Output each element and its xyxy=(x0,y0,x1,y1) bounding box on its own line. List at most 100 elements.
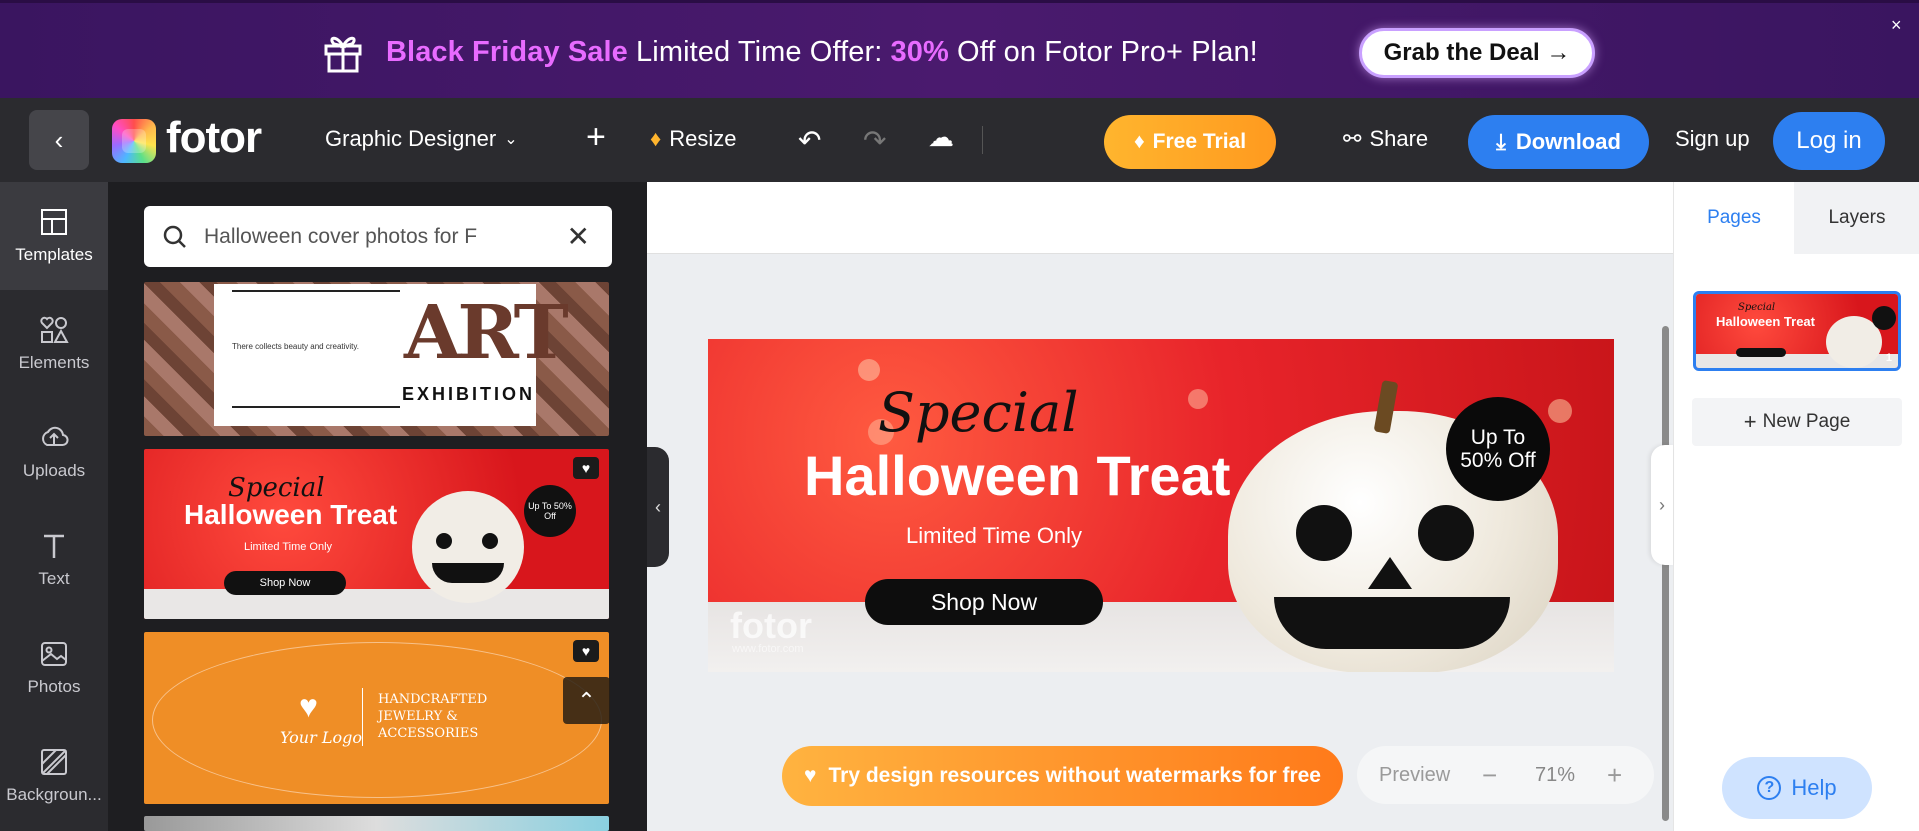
promo-label: Try design resources without watermarks … xyxy=(828,764,1321,787)
thumb-card: There collects beauty and creativity. AR… xyxy=(214,284,569,426)
design-title[interactable]: Halloween Treat xyxy=(804,443,1230,508)
download-label: Download xyxy=(1515,129,1621,154)
tab-layers[interactable]: Layers xyxy=(1794,182,1919,254)
search-icon xyxy=(163,225,186,248)
help-button[interactable]: ? Help xyxy=(1722,757,1872,819)
cloud-upload-icon[interactable]: ☁ xyxy=(928,122,954,153)
favorite-icon[interactable]: ♥ xyxy=(573,457,599,479)
zoom-out-icon[interactable]: − xyxy=(1482,760,1497,791)
chevron-left-icon: ‹ xyxy=(655,496,661,517)
tab-pages[interactable]: Pages xyxy=(1674,182,1794,254)
thumb-badge: Up To 50% Off xyxy=(524,485,576,537)
sidebar-item-elements[interactable]: Elements xyxy=(0,290,108,398)
mode-dropdown[interactable]: Graphic Designer ⌄ xyxy=(325,126,518,152)
thumb-shop-button: Shop Now xyxy=(224,571,346,595)
thumb-logo-text: Your Logo xyxy=(280,728,362,747)
canvas-scrollbar[interactable] xyxy=(1662,326,1669,821)
sidebar-item-label: Elements xyxy=(18,353,90,372)
redo-icon[interactable]: ↷ xyxy=(863,124,886,157)
page-thumb-title: Halloween Treat xyxy=(1716,314,1815,329)
signup-link[interactable]: Sign up xyxy=(1675,126,1750,152)
page-thumb-badge xyxy=(1872,306,1896,330)
thumb-small-text: There collects beauty and creativity. xyxy=(232,342,360,351)
sidebar-item-background[interactable]: Backgroun... xyxy=(0,722,108,830)
new-page-label: New Page xyxy=(1762,411,1851,432)
collapse-panel-button[interactable]: ‹ xyxy=(647,447,669,567)
free-trial-button[interactable]: ♦ Free Trial xyxy=(1104,115,1276,169)
templates-icon xyxy=(41,209,67,235)
diamond-icon: ♦ xyxy=(1133,130,1145,153)
mode-label: Graphic Designer xyxy=(325,126,497,151)
canvas-toolbar xyxy=(647,182,1673,254)
sidebar-item-photos[interactable]: Photos xyxy=(0,614,108,722)
template-thumbnail-next[interactable] xyxy=(144,816,609,831)
scroll-to-top-button[interactable]: ⌃ xyxy=(563,677,610,724)
undo-icon[interactable]: ↶ xyxy=(798,124,821,157)
text-icon xyxy=(44,534,64,558)
badge-line1: Up To xyxy=(1470,425,1526,449)
zoom-in-icon[interactable]: + xyxy=(1607,760,1622,791)
design-shop-now-button[interactable]: Shop Now xyxy=(865,579,1103,625)
page-thumbnail[interactable]: Special Halloween Treat 1 xyxy=(1693,291,1901,371)
divider xyxy=(362,688,363,746)
grab-deal-button[interactable]: Grab the Deal → xyxy=(1359,28,1595,78)
logo-text: fotor xyxy=(166,113,262,162)
question-icon: ? xyxy=(1757,776,1782,800)
share-icon: ⚯ xyxy=(1343,126,1362,151)
design-subtitle[interactable]: Limited Time Only xyxy=(906,523,1082,549)
chevron-up-icon: ⌃ xyxy=(577,687,596,713)
back-button[interactable]: ‹ xyxy=(29,110,89,170)
search-value: Halloween cover photos for F xyxy=(204,224,478,248)
template-thumbnail-jewelry[interactable]: ♥ Your Logo HANDCRAFTED JEWELRY & ACCESS… xyxy=(144,632,609,804)
close-icon[interactable]: × xyxy=(1891,15,1902,36)
design-script-text[interactable]: Special xyxy=(878,381,1079,444)
fotor-logo-icon xyxy=(112,119,156,163)
plus-icon: + xyxy=(1743,409,1757,434)
sidebar-item-label: Photos xyxy=(27,677,81,696)
bokeh-light xyxy=(858,359,880,381)
template-thumbnail-art-exhibition[interactable]: There collects beauty and creativity. AR… xyxy=(144,282,609,436)
login-button[interactable]: Log in xyxy=(1773,112,1885,170)
thumb-title: Halloween Treat xyxy=(184,499,398,530)
clear-search-icon[interactable]: ✕ xyxy=(567,220,590,253)
pumpkin-mouth xyxy=(1274,597,1510,649)
download-icon: ⤓ xyxy=(1496,129,1506,154)
new-page-button[interactable]: + New Page xyxy=(1692,398,1902,446)
add-icon[interactable]: + xyxy=(586,118,606,157)
share-button[interactable]: ⚯ Share xyxy=(1343,126,1428,152)
bokeh-light xyxy=(1188,389,1208,409)
chevron-down-icon: ⌄ xyxy=(504,131,518,148)
diamond-icon: ♦ xyxy=(650,126,662,151)
search-input[interactable]: Halloween cover photos for F ✕ xyxy=(144,206,612,267)
background-icon xyxy=(41,749,67,775)
design-discount-badge[interactable]: Up To 50% Off xyxy=(1446,397,1550,501)
promo-text: Black Friday Sale Limited Time Offer: 30… xyxy=(386,36,1258,68)
resize-label: Resize xyxy=(669,126,737,151)
page-thumb-button xyxy=(1736,348,1786,357)
thumb-sub: Limited Time Only xyxy=(244,541,333,553)
expand-right-panel-button[interactable]: › xyxy=(1651,445,1673,565)
template-thumbnail-halloween-treat[interactable]: Special Halloween Treat Limited Time Onl… xyxy=(144,449,609,619)
sidebar-item-uploads[interactable]: Uploads xyxy=(0,398,108,506)
pumpkin-eye xyxy=(1418,505,1474,561)
thumb-art-text: ART xyxy=(404,290,569,376)
promo-banner: Black Friday Sale Limited Time Offer: 30… xyxy=(0,0,1919,98)
sidebar-item-text[interactable]: Text xyxy=(0,506,108,614)
help-label: Help xyxy=(1791,775,1837,800)
sidebar-item-label: Text xyxy=(38,569,70,588)
free-trial-label: Free Trial xyxy=(1152,130,1247,153)
design-canvas[interactable]: Special Halloween Treat Limited Time Onl… xyxy=(708,339,1614,672)
download-button[interactable]: ⤓ Download xyxy=(1468,115,1649,169)
gift-icon xyxy=(324,36,362,73)
preview-button[interactable]: Preview xyxy=(1379,764,1450,787)
divider xyxy=(982,126,983,154)
watermark-free-promo-button[interactable]: ♥ Try design resources without watermarks… xyxy=(782,746,1343,806)
share-label: Share xyxy=(1369,126,1429,151)
pumpkin-image xyxy=(412,491,524,603)
left-sidebar: Templates Elements Uploads Text Photos B… xyxy=(0,182,108,831)
resize-button[interactable]: ♦ Resize xyxy=(650,126,736,152)
uploads-icon xyxy=(42,426,69,446)
sidebar-item-templates[interactable]: Templates xyxy=(0,182,108,290)
zoom-level: 71% xyxy=(1535,763,1576,786)
favorite-icon[interactable]: ♥ xyxy=(573,640,599,662)
